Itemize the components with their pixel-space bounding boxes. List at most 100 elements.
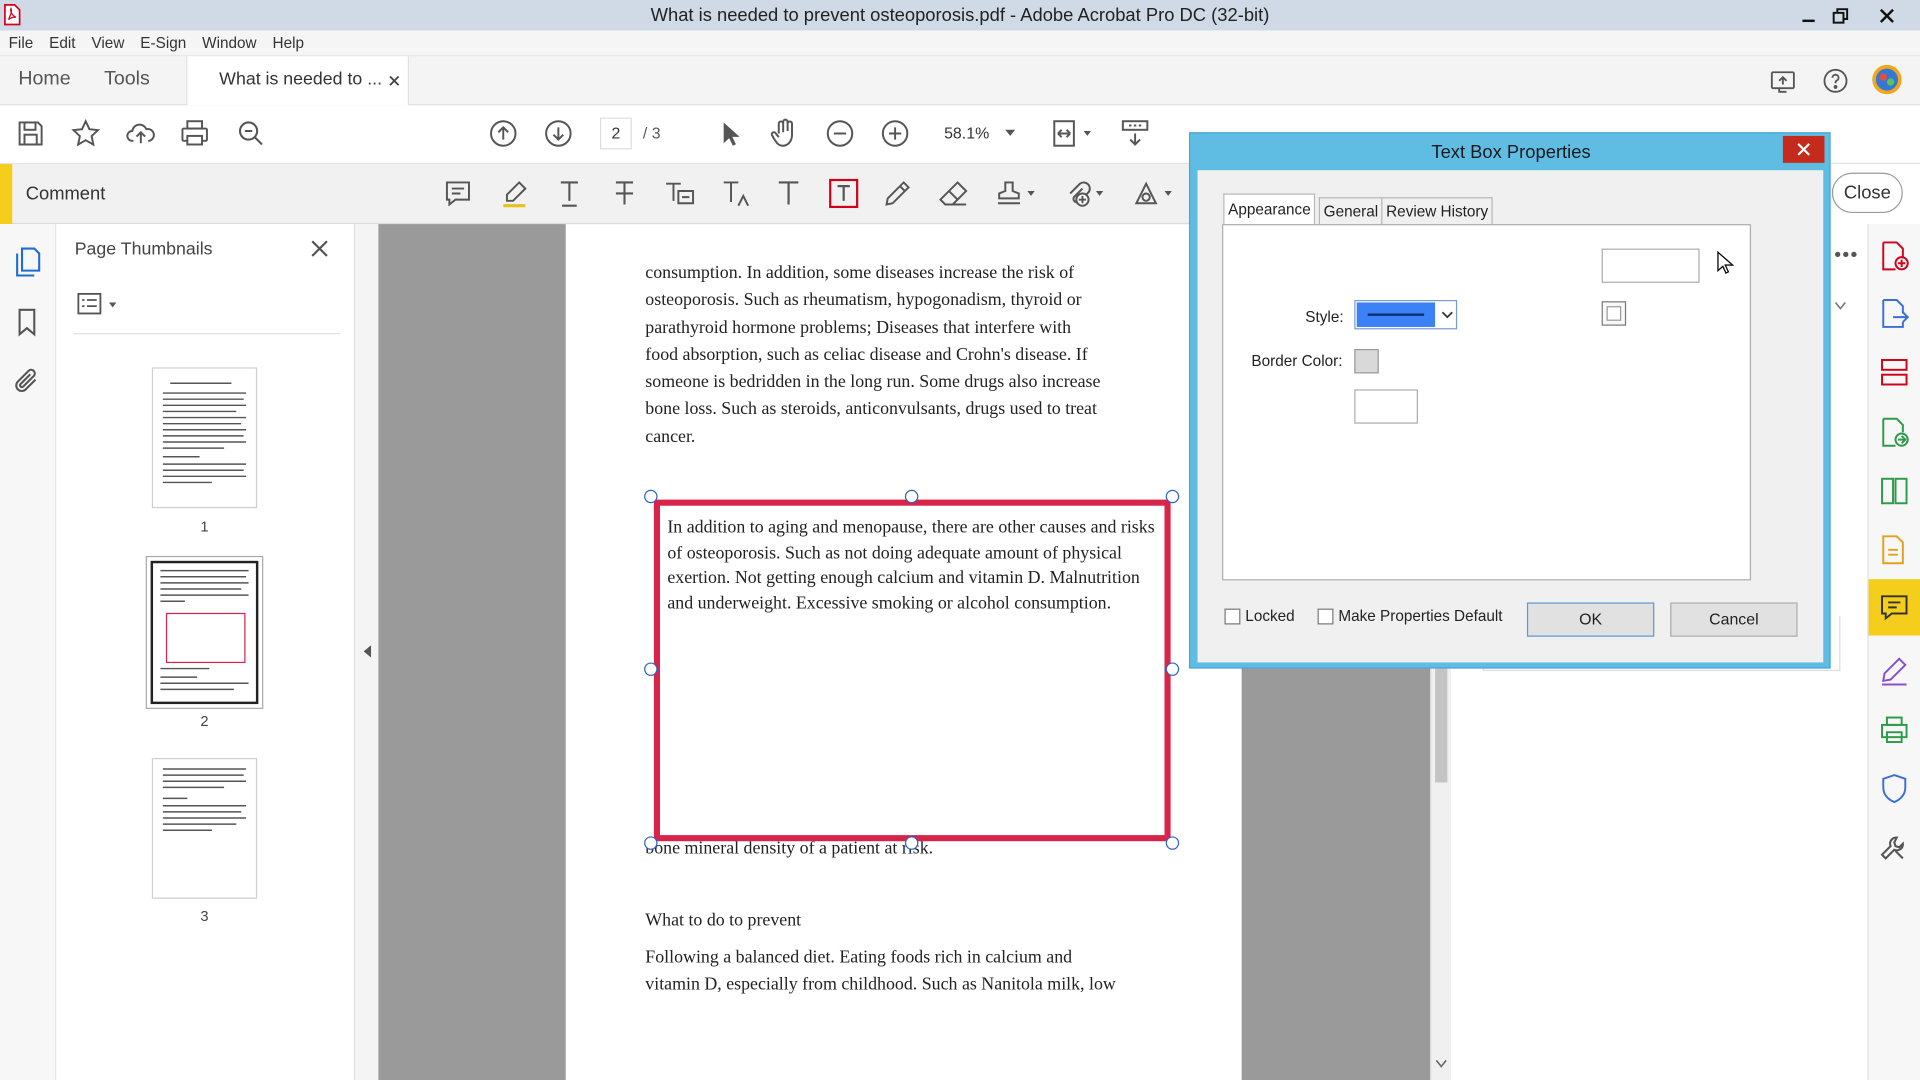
cancel-button[interactable]: Cancel [1670, 602, 1798, 637]
resize-handle-right[interactable] [1165, 662, 1180, 676]
shapes-icon[interactable] [1131, 179, 1173, 208]
scroll-mode-icon[interactable] [1119, 118, 1151, 150]
page-thumbnail-3[interactable] [151, 757, 258, 899]
upload-cloud-icon[interactable] [125, 118, 157, 150]
select-arrow-icon[interactable] [714, 118, 746, 150]
page-thumbnails-icon[interactable] [12, 246, 41, 278]
zoom-dropdown-icon[interactable] [1004, 129, 1016, 139]
tab-general[interactable]: General [1318, 197, 1384, 226]
next-page-icon[interactable] [542, 118, 574, 150]
export-pdf-icon[interactable] [1878, 298, 1910, 330]
tab-review-history[interactable]: Review History [1381, 197, 1494, 226]
menu-file[interactable]: File [9, 31, 34, 51]
scrollbar-thumb[interactable] [1435, 664, 1448, 783]
make-default-checkbox[interactable] [1317, 608, 1334, 625]
close-comment-button[interactable]: Close [1831, 172, 1903, 214]
close-window-button[interactable] [1865, 0, 1909, 31]
tab-document[interactable]: What is needed to ... [186, 56, 409, 106]
resize-handle-bottom-right[interactable] [1165, 836, 1180, 850]
protect-icon[interactable] [1878, 773, 1910, 805]
close-panel-icon[interactable] [310, 239, 330, 259]
attach-file-icon[interactable] [1063, 179, 1105, 208]
tab-tools[interactable]: Tools [104, 69, 150, 91]
opacity-field[interactable] [1354, 389, 1418, 424]
menu-window[interactable]: Window [202, 31, 256, 51]
resize-handle-top-left[interactable] [644, 489, 658, 504]
underline-text-icon[interactable] [555, 179, 584, 208]
section-heading: What to do to prevent [645, 911, 802, 931]
replace-text-icon[interactable] [664, 179, 696, 208]
menu-edit[interactable]: Edit [49, 31, 75, 51]
share-screen-icon[interactable] [1768, 66, 1797, 95]
insert-text-icon[interactable] [720, 179, 752, 208]
window-title: What is needed to prevent osteoporosis.p… [650, 4, 1270, 26]
resize-handle-bottom-left[interactable] [644, 836, 658, 850]
strikethrough-icon[interactable] [610, 179, 639, 208]
search-zoom-icon[interactable] [235, 118, 267, 150]
menu-help[interactable]: Help [273, 31, 304, 51]
print-icon[interactable] [179, 118, 211, 150]
print-production-icon[interactable] [1878, 714, 1910, 746]
tab-appearance[interactable]: Appearance [1223, 193, 1316, 226]
text-line: food absorption, such as celiac disease … [645, 345, 1088, 365]
combine-files-icon[interactable] [1878, 475, 1910, 507]
zoom-in-icon[interactable] [879, 118, 911, 150]
organize-pages-icon[interactable] [1878, 356, 1910, 388]
expand-chevron-icon[interactable] [1834, 301, 1846, 311]
resize-handle-left[interactable] [644, 662, 658, 676]
highlight-icon[interactable] [500, 179, 529, 208]
attachments-icon[interactable] [12, 366, 41, 395]
panel-collapse-strip[interactable] [355, 224, 379, 1080]
zoom-level-value[interactable]: 58.1% [944, 124, 989, 142]
avatar[interactable] [1871, 64, 1903, 96]
page-number-input[interactable]: 2 [600, 117, 632, 150]
resize-handle-top[interactable] [904, 489, 919, 504]
previous-page-icon[interactable] [487, 118, 519, 150]
color-swatch-button[interactable] [1601, 301, 1627, 326]
bookmarks-icon[interactable] [13, 306, 40, 338]
fill-sign-icon[interactable] [1878, 655, 1910, 687]
text-box-content[interactable]: In addition to aging and menopause, ther… [667, 516, 1157, 616]
text-box-icon[interactable] [828, 178, 860, 210]
pencil-icon[interactable] [883, 179, 912, 208]
comment-tool-selected[interactable] [1868, 579, 1920, 636]
stamp-icon[interactable] [994, 179, 1036, 208]
create-pdf-icon[interactable] [1878, 240, 1910, 272]
add-text-icon[interactable] [774, 179, 803, 208]
bookmark-star-icon[interactable] [70, 118, 102, 150]
save-icon[interactable] [15, 118, 47, 150]
collapse-panel-icon[interactable] [362, 644, 372, 659]
ok-button[interactable]: OK [1526, 602, 1655, 637]
more-tools-icon[interactable] [1878, 833, 1910, 865]
restore-button[interactable] [1818, 0, 1862, 31]
close-tab-icon[interactable] [388, 75, 400, 87]
text-line: bone loss. Such as steroids, anticonvuls… [645, 399, 1097, 420]
page-thumbnail-2[interactable] [145, 555, 264, 709]
help-icon[interactable] [1821, 66, 1850, 95]
resize-handle-top-right[interactable] [1165, 489, 1180, 504]
thickness-field[interactable] [1601, 248, 1700, 283]
zoom-out-icon[interactable] [824, 118, 856, 150]
sticky-note-icon[interactable] [443, 179, 472, 208]
border-color-swatch[interactable] [1354, 348, 1379, 374]
edit-pdf-icon[interactable] [1878, 534, 1910, 566]
menu-esign[interactable]: E-Sign [140, 31, 186, 51]
page-thumbnail-1[interactable] [151, 367, 258, 509]
style-dropdown[interactable] [1354, 300, 1458, 330]
mouse-cursor-icon [1717, 251, 1734, 275]
hand-tool-icon[interactable] [768, 116, 802, 150]
more-options-icon[interactable]: ••• [1834, 245, 1858, 267]
text-box-annotation[interactable]: In addition to aging and menopause, ther… [653, 499, 1171, 842]
locked-checkbox[interactable] [1224, 608, 1241, 625]
style-label: Style: [1305, 308, 1344, 326]
tab-home[interactable]: Home [18, 69, 70, 91]
menu-view[interactable]: View [91, 31, 124, 51]
fit-page-icon[interactable] [1051, 118, 1093, 150]
eraser-icon[interactable] [938, 179, 970, 208]
resize-handle-bottom[interactable] [904, 836, 919, 850]
send-for-review-icon[interactable] [1878, 416, 1910, 448]
dialog-close-button[interactable] [1782, 135, 1825, 163]
thumbnail-options-bar [73, 279, 341, 335]
thumbnail-options-icon[interactable] [76, 291, 118, 315]
scroll-down-icon[interactable] [1435, 1059, 1447, 1069]
